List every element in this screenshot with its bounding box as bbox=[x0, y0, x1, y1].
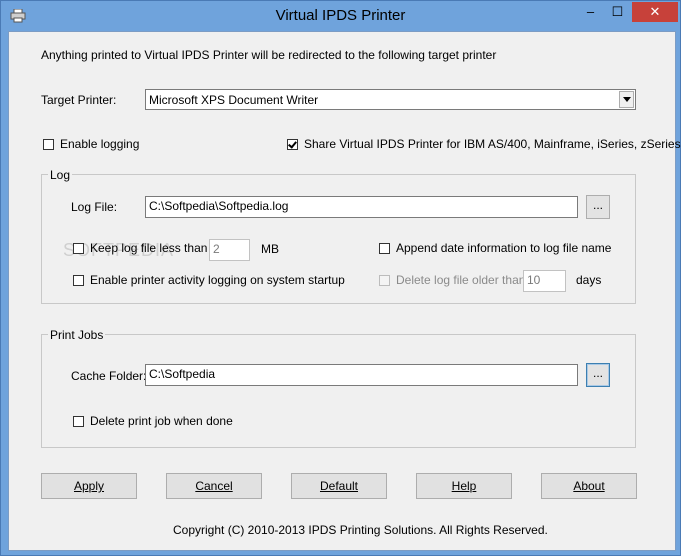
cache-folder-browse-button[interactable]: ... bbox=[586, 363, 610, 387]
target-printer-value: Microsoft XPS Document Writer bbox=[149, 93, 319, 107]
log-group-title: Log bbox=[48, 168, 73, 182]
startup-logging-checkbox[interactable] bbox=[73, 275, 84, 286]
cache-folder-label: Cache Folder: bbox=[71, 369, 147, 383]
print-jobs-group-title: Print Jobs bbox=[48, 328, 106, 342]
minimize-button[interactable]: – bbox=[577, 2, 604, 24]
copyright-text: Copyright (C) 2010-2013 IPDS Printing So… bbox=[173, 523, 548, 537]
share-printer-label[interactable]: Share Virtual IPDS Printer for IBM AS/40… bbox=[304, 137, 681, 151]
log-file-input[interactable]: C:\Softpedia\Softpedia.log bbox=[145, 196, 578, 218]
append-date-checkbox[interactable] bbox=[379, 243, 390, 254]
help-button[interactable]: Help bbox=[416, 473, 512, 499]
intro-text: Anything printed to Virtual IPDS Printer… bbox=[41, 48, 497, 62]
about-button-label: About bbox=[573, 479, 605, 493]
enable-logging-checkbox[interactable] bbox=[43, 139, 54, 150]
delete-old-log-unit: days bbox=[576, 273, 602, 287]
append-date-label[interactable]: Append date information to log file name bbox=[396, 241, 611, 255]
about-button[interactable]: About bbox=[541, 473, 637, 499]
target-printer-select[interactable]: Microsoft XPS Document Writer bbox=[145, 89, 636, 110]
delete-print-job-checkbox[interactable] bbox=[73, 416, 84, 427]
enable-logging-label[interactable]: Enable logging bbox=[60, 137, 139, 151]
target-printer-label: Target Printer: bbox=[41, 93, 117, 107]
close-button[interactable]: ✕ bbox=[632, 2, 678, 22]
apply-button-label: Apply bbox=[73, 479, 105, 493]
delete-print-job-label[interactable]: Delete print job when done bbox=[90, 414, 233, 428]
keep-log-checkbox[interactable] bbox=[73, 243, 84, 254]
delete-old-log-label[interactable]: Delete log file older than bbox=[396, 273, 525, 287]
delete-old-log-days-input[interactable]: 10 bbox=[523, 270, 566, 292]
log-file-label: Log File: bbox=[71, 200, 118, 214]
print-jobs-group bbox=[41, 334, 636, 448]
cache-folder-input[interactable]: C:\Softpedia bbox=[145, 364, 578, 386]
delete-old-log-checkbox[interactable] bbox=[379, 275, 390, 286]
keep-log-label[interactable]: Keep log file less than bbox=[90, 241, 207, 255]
cancel-button-label: Cancel bbox=[195, 479, 233, 493]
title-bar[interactable]: Virtual IPDS Printer – ☐ ✕ bbox=[1, 1, 680, 31]
cancel-button[interactable]: Cancel bbox=[166, 473, 262, 499]
default-button-label: Default bbox=[319, 479, 359, 493]
share-printer-checkbox[interactable] bbox=[287, 139, 298, 150]
startup-logging-label[interactable]: Enable printer activity logging on syste… bbox=[90, 273, 345, 287]
chevron-down-icon[interactable] bbox=[619, 91, 634, 108]
dialog-client-area: Anything printed to Virtual IPDS Printer… bbox=[8, 31, 681, 551]
maximize-button[interactable]: ☐ bbox=[604, 2, 631, 24]
log-file-browse-button[interactable]: ... bbox=[586, 195, 610, 219]
default-button[interactable]: Default bbox=[291, 473, 387, 499]
keep-log-unit: MB bbox=[261, 242, 279, 256]
apply-button[interactable]: Apply bbox=[41, 473, 137, 499]
help-button-label: Help bbox=[451, 479, 477, 493]
app-window: Virtual IPDS Printer – ☐ ✕ Anything prin… bbox=[0, 0, 681, 556]
keep-log-size-input[interactable]: 2 bbox=[209, 239, 250, 261]
